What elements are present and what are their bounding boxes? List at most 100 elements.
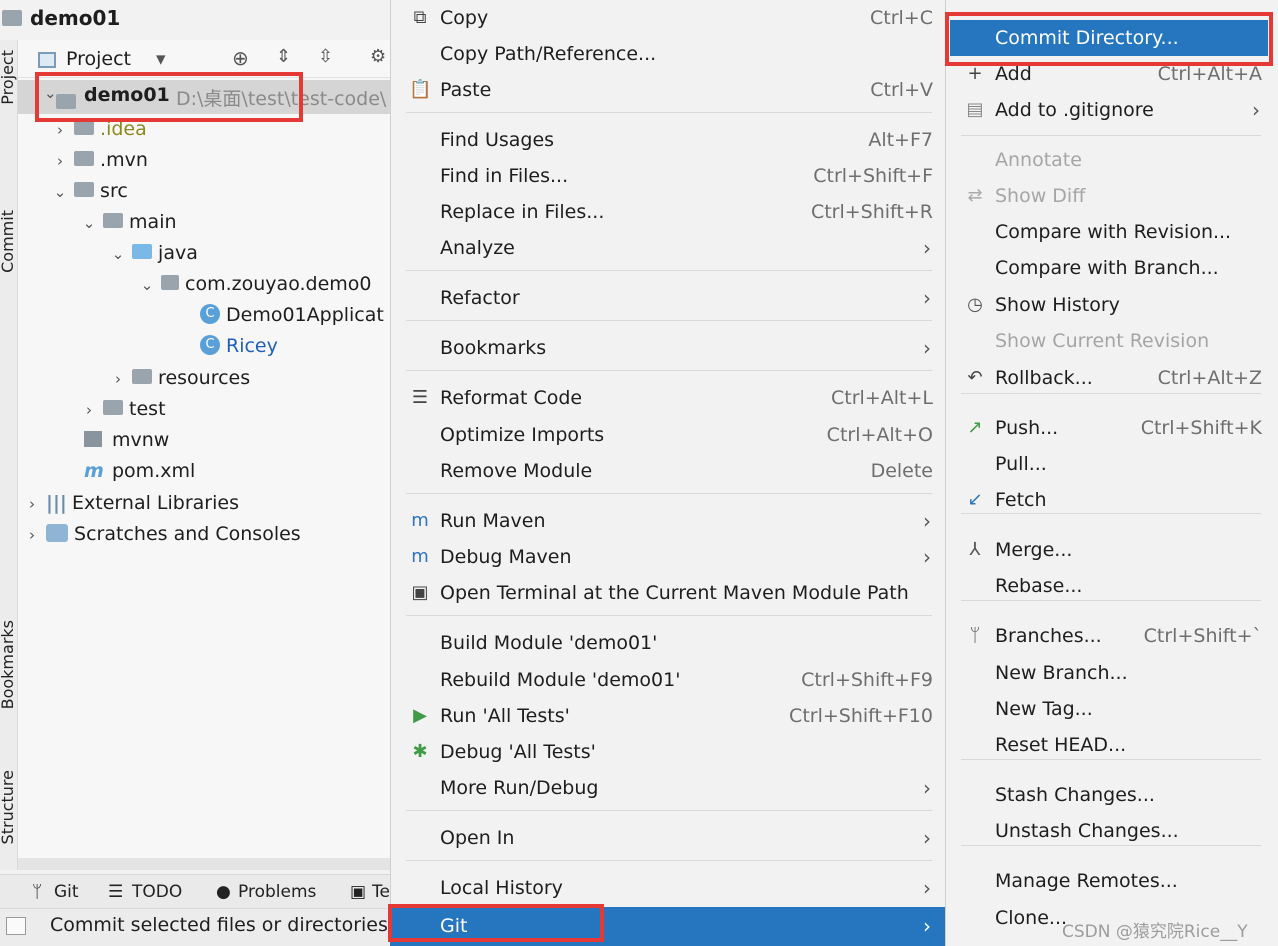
menu-item-label: Stash Changes... [995, 784, 1155, 806]
tab-problems[interactable]: Problems [238, 882, 316, 902]
menu-item-shortcut: Ctrl+V [870, 79, 933, 101]
git-menu-item-4[interactable]: ⇄ Show Diff [945, 178, 1278, 214]
git-menu-item-15[interactable]: ᛘ Branches... Ctrl+Shift+` [945, 618, 1278, 654]
horizontal-scrollbar[interactable] [18, 858, 390, 870]
chevron-down-icon[interactable]: ⌄ [81, 208, 97, 239]
context-menu-item-3[interactable]: Find Usages Alt+F7 [390, 122, 945, 158]
tab-git[interactable]: Git [54, 882, 79, 902]
git-menu-item-2[interactable]: ▤ Add to .gitignore › [945, 92, 1278, 128]
menu-item-label: New Branch... [995, 662, 1128, 684]
menu-item-shortcut: Alt+F7 [868, 129, 933, 151]
git-menu-item-9[interactable]: ↶ Rollback... Ctrl+Alt+Z [945, 360, 1278, 396]
maven-debug-icon: m [411, 546, 429, 567]
submenu-arrow-icon: › [923, 336, 931, 360]
chevron-down-icon[interactable]: ⌄ [52, 177, 68, 208]
git-menu-item-13[interactable]: ⅄ Merge... [945, 532, 1278, 568]
tree-item[interactable]: ⌄ java [110, 238, 198, 269]
side-tab-commit[interactable]: Commit [0, 210, 17, 273]
collapse-all-icon[interactable]: ⇳ [318, 46, 333, 67]
status-bar: Commit selected files or directories [0, 908, 390, 946]
git-menu-item-10[interactable]: ↗ Push... Ctrl+Shift+K [945, 410, 1278, 446]
git-menu-item-5[interactable]: Compare with Revision... [945, 214, 1278, 250]
context-menu-item-16[interactable]: Rebuild Module 'demo01' Ctrl+Shift+F9 [390, 662, 945, 698]
chevron-down-icon[interactable]: ▾ [156, 48, 166, 70]
git-menu-item-21[interactable]: Manage Remotes... [945, 863, 1278, 899]
chevron-right-icon[interactable]: › [24, 520, 40, 551]
context-menu-item-17[interactable]: ▶ Run 'All Tests' Ctrl+Shift+F10 [390, 698, 945, 734]
maven-icon: m [84, 460, 104, 482]
git-menu-item-14[interactable]: Rebase... [945, 568, 1278, 604]
problems-icon: ● [216, 882, 231, 902]
git-menu-item-3[interactable]: Annotate [945, 142, 1278, 178]
git-menu-item-17[interactable]: New Tag... [945, 691, 1278, 727]
menu-item-shortcut: Ctrl+Alt+L [831, 387, 933, 409]
tree-item[interactable]: › test [81, 394, 166, 425]
menu-item-label: Open In [440, 827, 515, 849]
tree-item[interactable]: › resources [110, 363, 250, 394]
tree-item[interactable]: ⌄ main [81, 207, 177, 238]
side-tab-project[interactable]: Project [0, 50, 17, 105]
menu-item-label: Analyze [440, 237, 515, 259]
git-menu-item-16[interactable]: New Branch... [945, 655, 1278, 691]
context-menu-item-15[interactable]: Build Module 'demo01' [390, 625, 945, 661]
git-menu-item-6[interactable]: Compare with Branch... [945, 250, 1278, 286]
git-menu-item-19[interactable]: Stash Changes... [945, 777, 1278, 813]
tree-item[interactable]: › Scratches and Consoles [24, 519, 301, 550]
project-view-label[interactable]: Project [66, 48, 131, 70]
tree-item[interactable]: m pom.xml [84, 456, 195, 487]
tree-item[interactable]: ⌄ com.zouyao.demo0 [139, 269, 390, 300]
locate-icon[interactable]: ⊕ [232, 46, 249, 70]
git-menu-item-18[interactable]: Reset HEAD... [945, 727, 1278, 763]
scratches-icon [46, 523, 69, 542]
tab-terminal[interactable]: Te [372, 882, 390, 902]
context-menu-item-7[interactable]: Refactor › [390, 280, 945, 316]
context-menu-item-14[interactable]: ▣ Open Terminal at the Current Maven Modu… [390, 575, 945, 611]
gear-icon[interactable]: ⚙ [370, 46, 386, 67]
tree-item[interactable]: ⌄ src [52, 176, 128, 207]
context-menu-item-5[interactable]: Replace in Files... Ctrl+Shift+R [390, 194, 945, 230]
chevron-right-icon[interactable]: › [24, 489, 40, 520]
context-menu-item-13[interactable]: m Debug Maven › [390, 539, 945, 575]
side-tab-structure[interactable]: Structure [0, 770, 17, 844]
git-menu-item-20[interactable]: Unstash Changes... [945, 813, 1278, 849]
context-menu-item-11[interactable]: Remove Module Delete [390, 453, 945, 489]
menu-item-label: Rebuild Module 'demo01' [440, 669, 681, 691]
context-menu-item-10[interactable]: Optimize Imports Ctrl+Alt+O [390, 417, 945, 453]
folder-icon [74, 151, 95, 166]
tab-todo[interactable]: TODO [132, 882, 182, 902]
git-menu-item-11[interactable]: Pull... [945, 446, 1278, 482]
menu-item-label: More Run/Debug [440, 777, 599, 799]
tree-item[interactable]: › ||| External Libraries [24, 488, 239, 519]
context-menu-item-0[interactable]: ⧉ Copy Ctrl+C [390, 0, 945, 36]
context-menu-item-1[interactable]: Copy Path/Reference... [390, 36, 945, 72]
chevron-right-icon[interactable]: › [52, 146, 68, 177]
tree-item[interactable]: C Demo01Applicat [200, 300, 390, 331]
tree-item[interactable]: mvnw [84, 425, 169, 456]
bottom-tool-bar: ᛘ Git ☰ TODO ● Problems ▣ Te [0, 874, 390, 908]
chevron-right-icon[interactable]: › [81, 395, 97, 426]
context-menu-item-9[interactable]: ☰ Reformat Code Ctrl+Alt+L [390, 380, 945, 416]
menu-item-label: Paste [440, 79, 492, 101]
context-menu-item-12[interactable]: m Run Maven › [390, 503, 945, 539]
git-menu-item-12[interactable]: ↙ Fetch [945, 482, 1278, 518]
context-menu-item-8[interactable]: Bookmarks › [390, 330, 945, 366]
tree-item[interactable]: C Ricey [200, 331, 278, 362]
chevron-down-icon[interactable]: ⌄ [110, 239, 126, 270]
git-menu-item-7[interactable]: ◷ Show History [945, 287, 1278, 323]
context-menu-item-21[interactable]: Local History › [390, 870, 945, 906]
context-menu-item-18[interactable]: ✱ Debug 'All Tests' [390, 734, 945, 770]
context-menu-item-20[interactable]: Open In › [390, 820, 945, 856]
tree-item[interactable]: › .mvn [52, 145, 148, 176]
git-menu-item-8[interactable]: Show Current Revision [945, 323, 1278, 359]
context-menu-item-19[interactable]: More Run/Debug › [390, 770, 945, 806]
context-menu-item-4[interactable]: Find in Files... Ctrl+Shift+F [390, 158, 945, 194]
submenu-arrow-icon: › [923, 236, 931, 260]
chevron-right-icon[interactable]: › [110, 364, 126, 395]
expand-all-icon[interactable]: ⇕ [276, 46, 291, 67]
context-menu-item-2[interactable]: 📋 Paste Ctrl+V [390, 72, 945, 108]
side-tab-bookmarks[interactable]: Bookmarks [0, 620, 17, 709]
menu-separator [406, 112, 932, 113]
reformat-icon: ☰ [411, 387, 429, 408]
context-menu-item-6[interactable]: Analyze › [390, 230, 945, 266]
chevron-down-icon[interactable]: ⌄ [139, 270, 155, 300]
